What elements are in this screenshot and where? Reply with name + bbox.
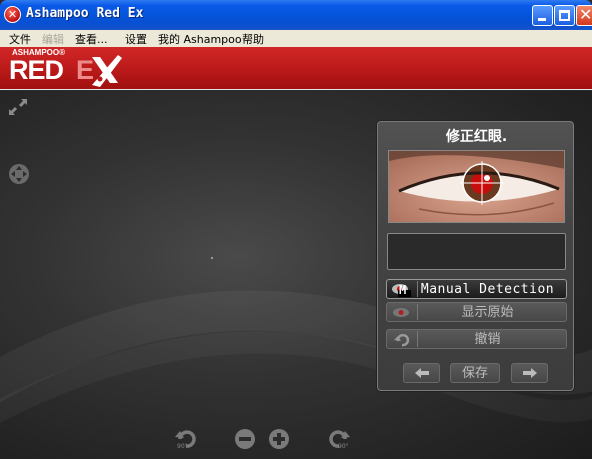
- menu-help[interactable]: 帮助: [242, 31, 264, 47]
- show-original-label: 显示原始: [461, 305, 514, 320]
- previous-button[interactable]: [403, 363, 440, 383]
- menu-file[interactable]: 文件: [9, 31, 31, 47]
- save-button[interactable]: 保存: [450, 363, 500, 383]
- show-original-button[interactable]: 显示原始: [386, 302, 567, 322]
- manual-detection-button[interactable]: M Manual Detection: [386, 279, 567, 299]
- close-button[interactable]: ✕: [576, 5, 592, 26]
- arrow-right-icon: [522, 368, 537, 378]
- app-icon[interactable]: ✕: [4, 6, 21, 23]
- brand-x-logo-icon: [92, 55, 122, 87]
- minimize-button[interactable]: [532, 5, 553, 26]
- canvas-dot: [211, 257, 213, 259]
- minimize-icon: [538, 18, 546, 21]
- arrow-left-icon: [414, 368, 429, 378]
- title-bar: ✕ Ashampoo Red Ex ✕: [0, 0, 592, 30]
- zoom-in-icon[interactable]: [268, 428, 290, 450]
- button-separator: [417, 331, 418, 347]
- fit-to-window-icon[interactable]: [8, 98, 28, 116]
- window-title: Ashampoo Red Ex: [26, 6, 144, 21]
- pan-icon[interactable]: [8, 163, 30, 185]
- button-separator: [417, 281, 418, 297]
- manual-badge: M: [399, 283, 407, 297]
- rotate-right-label: 90°: [338, 443, 349, 450]
- menu-view[interactable]: 查看...: [75, 31, 108, 47]
- manual-detection-label: Manual Detection: [420, 282, 555, 297]
- zoom-out-icon[interactable]: [234, 428, 256, 450]
- button-separator: [417, 304, 418, 320]
- rotate-left-label: 90°: [177, 443, 188, 450]
- brand-red: RED: [9, 55, 64, 85]
- undo-button[interactable]: 撤销: [386, 329, 567, 349]
- eye-icon: [393, 308, 409, 317]
- next-button[interactable]: [511, 363, 548, 383]
- maximize-button[interactable]: [554, 5, 575, 26]
- brand-header: ASHAMPOO® RED E: [0, 47, 592, 90]
- menu-edit[interactable]: 编辑: [42, 31, 64, 47]
- eye-preview-icon: [389, 151, 564, 222]
- menu-bar: 文件 编辑 查看... 设置 我的 Ashampoo 帮助: [0, 30, 592, 47]
- info-box: [387, 233, 566, 270]
- maximize-icon: [559, 10, 570, 21]
- menu-my-ashampoo[interactable]: 我的 Ashampoo: [158, 31, 242, 47]
- undo-label: 撤销: [474, 332, 501, 347]
- menu-settings[interactable]: 设置: [125, 31, 147, 47]
- undo-icon: [394, 333, 410, 347]
- close-icon: ✕: [579, 5, 592, 24]
- panel-title: 修正红眼.: [445, 129, 508, 145]
- red-eye-panel: 修正红眼. M Manual Detection 显示原始 撤销 保存: [377, 121, 574, 391]
- eye-preview-image: [388, 150, 565, 223]
